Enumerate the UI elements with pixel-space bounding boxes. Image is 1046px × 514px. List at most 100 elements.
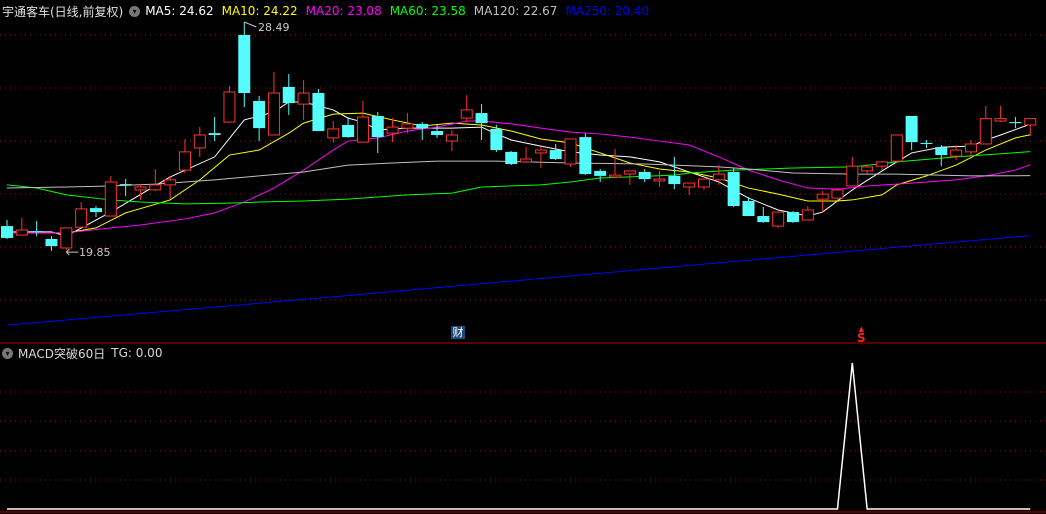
candle-body: [60, 227, 73, 249]
signal-marker-label: S: [857, 331, 866, 345]
candle: [712, 165, 725, 185]
candle: [356, 100, 369, 143]
candle: [149, 169, 162, 191]
candle-body: [623, 170, 636, 175]
indicator-header: ▾ MACD突破60日 TG: 0.00: [2, 345, 170, 361]
candle: [282, 74, 295, 115]
candle-body: [445, 134, 458, 142]
candle-body: [757, 216, 770, 223]
candle: [327, 121, 340, 143]
candle: [801, 206, 814, 221]
candle-body: [15, 229, 28, 236]
grid-lines: [0, 34, 1046, 513]
candle: [178, 138, 191, 174]
moving-average-lines: [6, 101, 1031, 326]
candle-body: [490, 128, 503, 151]
candle: [994, 105, 1007, 123]
candle: [475, 104, 488, 141]
candle-body: [297, 92, 310, 105]
candle: [564, 138, 577, 167]
candle: [579, 133, 592, 176]
candle: [979, 105, 992, 145]
chevron-down-icon[interactable]: ▾: [2, 347, 13, 359]
candle-body: [356, 116, 369, 143]
candle-body: [653, 178, 666, 182]
candle: [445, 129, 458, 152]
tg-line: [7, 362, 1031, 510]
candle: [505, 151, 518, 166]
candle-body: [564, 138, 577, 165]
ma250-label: MA250: 20.40: [565, 4, 650, 18]
candle: [223, 85, 236, 123]
candle-body: [668, 175, 681, 185]
candle: [683, 182, 696, 195]
candle-body: [698, 178, 711, 188]
candle-body: [193, 134, 206, 149]
candle-body: [1024, 118, 1037, 126]
candle: [668, 156, 681, 190]
main-chart-header: 宇通客车(日线,前复权) ▾ MA5: 24.62 MA10: 24.22 MA…: [2, 3, 657, 19]
signal-marker[interactable]: ▲ S: [857, 326, 866, 345]
candle-body: [416, 123, 429, 129]
candle-body: [89, 208, 102, 213]
candle: [267, 71, 280, 136]
candle-body: [164, 179, 177, 186]
candle: [75, 202, 88, 228]
candle: [208, 117, 221, 142]
candle: [490, 124, 503, 152]
candle-body: [861, 166, 874, 172]
ma10-label: MA10: 24.22: [221, 4, 298, 18]
candle-body: [401, 123, 414, 129]
high-price-label: 28.49: [258, 21, 290, 34]
candle-body: [1009, 122, 1022, 124]
candle-body: [386, 126, 399, 134]
ma120-label: MA120: 22.67: [473, 4, 558, 18]
ma20-label: MA20: 23.08: [305, 4, 382, 18]
candle-body: [609, 174, 622, 178]
candle-body: [875, 161, 888, 167]
candle: [60, 227, 73, 251]
candle-body: [520, 158, 533, 163]
candle: [297, 80, 310, 120]
candle-body: [638, 171, 651, 180]
candle-body: [223, 91, 236, 123]
candle: [727, 167, 740, 208]
candle: [623, 170, 636, 185]
candle: [45, 236, 58, 251]
candle: [1024, 118, 1037, 137]
kline-chart[interactable]: [0, 0, 1046, 514]
candle: [905, 115, 918, 151]
candle-body: [772, 211, 785, 227]
candle: [386, 118, 399, 143]
candle-body: [950, 149, 963, 157]
candle-body: [149, 184, 162, 191]
candle: [890, 134, 903, 162]
candle-body: [312, 93, 325, 132]
candle-body: [935, 147, 948, 156]
candle: [1, 220, 13, 240]
candle: [104, 175, 117, 217]
candle: [416, 122, 429, 141]
candle-body: [371, 115, 384, 138]
finance-marker[interactable]: 财: [451, 326, 465, 339]
candle-body: [45, 239, 58, 247]
candle-body: [905, 115, 918, 143]
candle-body: [890, 134, 903, 162]
candle-body: [238, 34, 251, 94]
candle: [935, 145, 948, 167]
candle: [846, 156, 859, 187]
candle: [1009, 117, 1022, 129]
candle: [89, 206, 102, 218]
low-arrow-icon: [65, 248, 79, 256]
candle-body: [178, 151, 191, 171]
tg-indicator-panel: [7, 362, 1031, 510]
chevron-down-icon[interactable]: ▾: [129, 5, 141, 17]
high-arrow-icon: [244, 21, 257, 28]
candle-body: [801, 209, 814, 221]
candle-body: [534, 149, 547, 154]
candle: [253, 95, 266, 142]
indicator-title: MACD突破60日: [18, 346, 106, 361]
candlesticks: [1, 22, 1037, 251]
stock-title: 宇通客车(日线,前复权): [2, 4, 124, 19]
candle-body: [253, 100, 266, 129]
